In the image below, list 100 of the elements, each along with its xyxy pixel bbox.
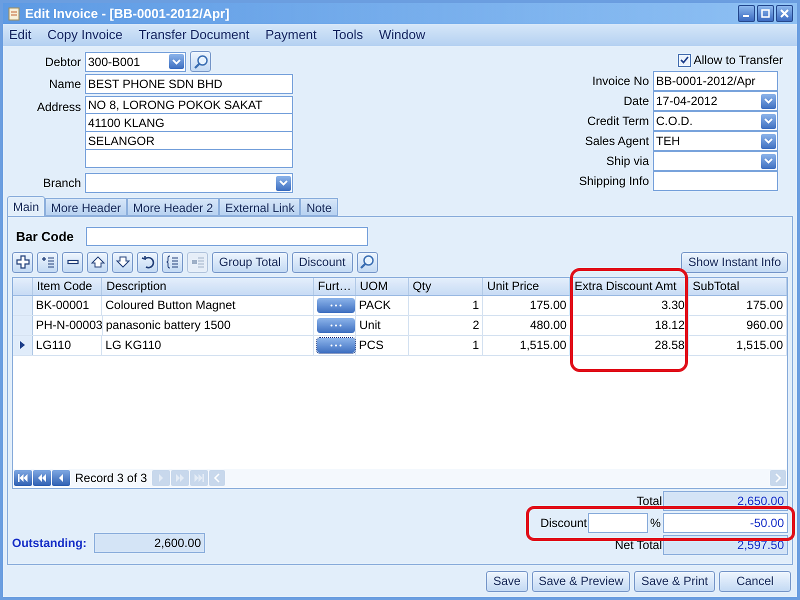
dropdown-field[interactable]: TEH: [653, 131, 778, 151]
column-header[interactable]: SubTotal: [688, 278, 787, 294]
column-header[interactable]: Description: [102, 278, 314, 294]
tab[interactable]: Note: [300, 198, 338, 216]
discount-percent-field[interactable]: [588, 512, 648, 532]
column-header[interactable]: Qty: [408, 278, 484, 294]
table-cell-text: 1: [472, 297, 480, 314]
bar-code-field[interactable]: [86, 227, 368, 246]
maximize-button[interactable]: [757, 5, 774, 22]
menu-item[interactable]: Copy Invoice: [47, 25, 123, 45]
outstanding-label: Outstanding:: [12, 534, 88, 552]
dialog-button[interactable]: Save & Print: [634, 570, 715, 592]
dropdown-field[interactable]: 17-04-2012: [653, 91, 778, 111]
dropdown-button[interactable]: [761, 134, 776, 148]
dialog-button[interactable]: Cancel: [719, 570, 791, 592]
menu-item[interactable]: Edit: [9, 25, 32, 45]
dropdown-field[interactable]: C.O.D.: [653, 111, 778, 131]
navigator-button[interactable]: [33, 470, 51, 486]
minimize-button[interactable]: [738, 5, 755, 22]
field-label: Invoice No: [591, 73, 650, 90]
net-total-label: Net Total: [614, 536, 663, 554]
undo-icon: [140, 254, 156, 270]
tab[interactable]: More Header 2: [127, 198, 220, 216]
table-cell-text: panasonic battery 1500: [106, 317, 231, 334]
search-button[interactable]: [356, 252, 378, 272]
tab[interactable]: More Header: [45, 198, 128, 216]
branch-dropdown[interactable]: [85, 173, 293, 193]
current-row-icon: [20, 341, 25, 349]
text-field[interactable]: [653, 171, 778, 191]
column-header[interactable]: Furt…: [314, 278, 356, 294]
dialog-button[interactable]: Save: [486, 570, 528, 592]
chevron-down-icon: [279, 180, 288, 186]
dropdown-button[interactable]: [761, 114, 776, 128]
dropdown-button[interactable]: [761, 94, 776, 108]
toolbar-button[interactable]: Discount: [292, 252, 353, 272]
field-label: Address: [36, 99, 82, 116]
discount-amount-field[interactable]: -50.00: [663, 512, 788, 532]
dropdown-button[interactable]: [276, 176, 291, 190]
window-title: Edit Invoice - [BB-0001-2012/Apr]: [25, 4, 230, 23]
toolbar-button[interactable]: Group Total: [212, 252, 288, 272]
navigator-button[interactable]: [14, 470, 32, 486]
address-field[interactable]: NO 8, LORONG POKOK SAKAT: [85, 96, 293, 114]
ellipsis-button[interactable]: [316, 338, 355, 352]
table-cell-text: LG KG110: [105, 337, 162, 354]
row-header-cell[interactable]: [13, 296, 33, 314]
ellipsis-button[interactable]: [317, 318, 356, 332]
close-button[interactable]: [776, 5, 793, 22]
tab[interactable]: Main: [7, 196, 46, 216]
debtor-dropdown[interactable]: 300-B001: [85, 52, 186, 72]
chevron-down-icon: [764, 138, 773, 144]
ellipsis-button[interactable]: [316, 298, 355, 312]
record-counter: Record 3 of 3: [75, 470, 148, 487]
dropdown-button[interactable]: [169, 54, 184, 69]
horizontal-scrollbar[interactable]: [209, 470, 786, 486]
toolbar-button[interactable]: [62, 252, 83, 272]
percent-sign: %: [649, 514, 662, 532]
table-cell-text: PCS: [358, 337, 384, 354]
table-cell-text: 2: [472, 317, 480, 334]
column-header[interactable]: Extra Discount Amt: [570, 278, 689, 294]
arrow-down-icon: [114, 254, 130, 270]
navigation-arrow-icon: [175, 474, 186, 482]
menu-item[interactable]: Tools: [332, 25, 364, 45]
column-header[interactable]: UOM: [356, 278, 409, 294]
address-field[interactable]: SELANGOR: [85, 132, 293, 150]
checkbox[interactable]: [678, 54, 691, 66]
toolbar-button[interactable]: [162, 252, 183, 272]
navigator-button[interactable]: [52, 470, 70, 486]
toolbar-button[interactable]: [87, 252, 108, 272]
arrow-up-icon: [90, 254, 106, 270]
row-header-cell[interactable]: [13, 316, 33, 334]
show-instant-info-button[interactable]: Show Instant Info: [681, 252, 788, 272]
name-field[interactable]: BEST PHONE SDN BHD: [85, 74, 293, 94]
address-field[interactable]: 41100 KLANG: [85, 114, 293, 132]
toolbar-button[interactable]: [112, 252, 133, 272]
address-field[interactable]: [85, 150, 293, 168]
dropdown-button[interactable]: [761, 154, 776, 168]
field-label: Branch: [42, 175, 82, 192]
row-header-cell[interactable]: [13, 336, 33, 354]
search-button[interactable]: [190, 51, 211, 72]
column-header[interactable]: Item Code: [32, 278, 102, 294]
toolbar-button[interactable]: [12, 252, 33, 272]
column-header[interactable]: Unit Price: [483, 278, 570, 294]
ellipsis-icon: [330, 344, 342, 346]
search-icon: [359, 254, 376, 270]
dialog-button[interactable]: Save & Preview: [532, 570, 630, 592]
menu-item[interactable]: Payment: [265, 25, 317, 45]
toolbar-button[interactable]: [37, 252, 58, 272]
field-label: Credit Term: [586, 113, 650, 130]
table-cell-text: 3.30: [661, 297, 685, 314]
dropdown-field[interactable]: [653, 151, 778, 171]
menu-item[interactable]: Transfer Document: [138, 25, 250, 45]
total-label: Total: [636, 492, 663, 510]
menu-item[interactable]: Window: [379, 25, 426, 45]
table-cell-text: 28.58: [654, 337, 685, 354]
table-cell-text: 175.00: [746, 297, 783, 314]
text-field[interactable]: BB-0001-2012/Apr: [653, 71, 778, 91]
field-label: Ship via: [605, 153, 650, 170]
toolbar-button[interactable]: [137, 252, 158, 272]
tab[interactable]: External Link: [219, 198, 300, 216]
outstanding-field: 2,600.00: [94, 532, 205, 552]
